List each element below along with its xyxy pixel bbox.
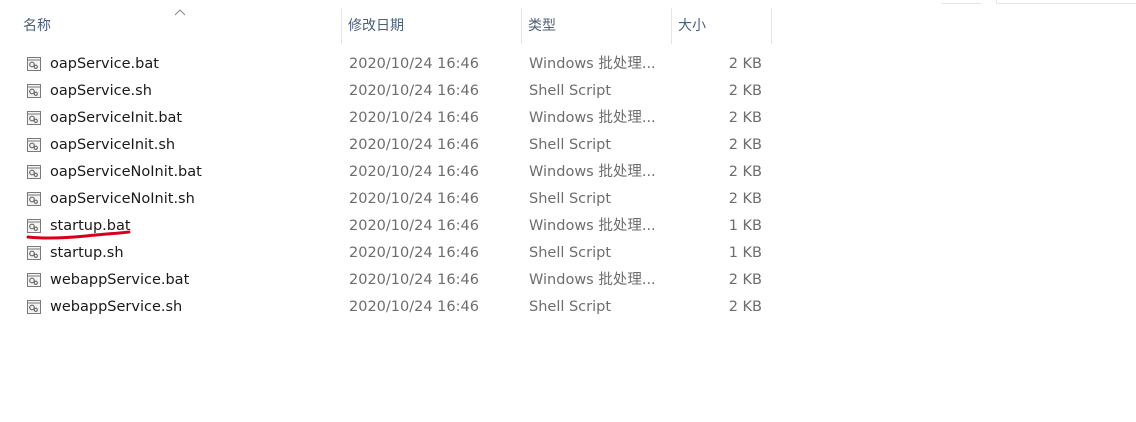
red-underline-annotation [26,230,131,240]
file-name: webappService.bat [50,272,190,288]
file-size: 1 KB [728,218,762,234]
script-file-icon [26,299,42,315]
file-row[interactable]: oapService.bat 2020/10/24 16:46 Windows … [0,51,800,78]
file-size: 2 KB [728,56,762,72]
column-header-size[interactable]: 大小 [672,8,772,44]
file-name: oapServiceInit.sh [50,137,176,153]
file-row[interactable]: webappService.bat 2020/10/24 16:46 Windo… [0,267,800,294]
file-row[interactable]: oapServiceNoInit.bat 2020/10/24 16:46 Wi… [0,159,800,186]
file-type: Windows 批处理... [529,56,656,72]
column-header-name[interactable]: 名称 [17,8,342,44]
file-row[interactable]: oapServiceInit.bat 2020/10/24 16:46 Wind… [0,105,800,132]
script-file-icon [26,83,42,99]
file-type: Windows 批处理... [529,272,656,288]
file-type: Shell Script [529,137,612,153]
file-date: 2020/10/24 16:46 [349,137,479,153]
file-date: 2020/10/24 16:46 [349,272,479,288]
file-date: 2020/10/24 16:46 [349,191,479,207]
script-file-icon [26,245,42,261]
file-date: 2020/10/24 16:46 [349,164,479,180]
file-name: oapServiceNoInit.sh [50,191,195,207]
file-size: 1 KB [728,245,762,261]
file-row[interactable]: webappService.sh 2020/10/24 16:46 Shell … [0,294,800,321]
file-row[interactable]: oapServiceNoInit.sh 2020/10/24 16:46 She… [0,186,800,213]
file-date: 2020/10/24 16:46 [349,245,479,261]
top-edge [0,0,1136,4]
batch-file-icon [26,56,42,72]
column-header-type[interactable]: 类型 [522,8,672,44]
file-date: 2020/10/24 16:46 [349,83,479,99]
file-list: oapService.bat 2020/10/24 16:46 Windows … [0,51,800,321]
file-type: Windows 批处理... [529,164,656,180]
pane-edge [996,0,1136,4]
file-size: 2 KB [728,164,762,180]
batch-file-icon [26,110,42,126]
file-row[interactable]: oapService.sh 2020/10/24 16:46 Shell Scr… [0,78,800,105]
file-row[interactable]: oapServiceInit.sh 2020/10/24 16:46 Shell… [0,132,800,159]
file-name: oapServiceNoInit.bat [50,164,202,180]
pane-edge [942,0,982,4]
file-size: 2 KB [728,299,762,315]
file-type: Shell Script [529,245,612,261]
file-name: startup.sh [50,245,124,261]
file-date: 2020/10/24 16:46 [349,110,479,126]
column-header-date[interactable]: 修改日期 [342,8,522,44]
file-name: oapService.bat [50,56,159,72]
file-type: Shell Script [529,191,612,207]
file-size: 2 KB [728,83,762,99]
file-date: 2020/10/24 16:46 [349,56,479,72]
file-name: webappService.sh [50,299,183,315]
file-date: 2020/10/24 16:46 [349,218,479,234]
file-type: Shell Script [529,83,612,99]
file-date: 2020/10/24 16:46 [349,299,479,315]
script-file-icon [26,191,42,207]
file-type: Windows 批处理... [529,110,656,126]
file-type: Windows 批处理... [529,218,656,234]
file-row[interactable]: startup.sh 2020/10/24 16:46 Shell Script… [0,240,800,267]
column-header-bar: 名称 修改日期 类型 大小 [0,8,800,44]
file-size: 2 KB [728,272,762,288]
file-type: Shell Script [529,299,612,315]
batch-file-icon [26,272,42,288]
file-name: oapServiceInit.bat [50,110,183,126]
script-file-icon [26,137,42,153]
batch-file-icon [26,164,42,180]
file-size: 2 KB [728,191,762,207]
file-size: 2 KB [728,137,762,153]
file-name: oapService.sh [50,83,152,99]
file-size: 2 KB [728,110,762,126]
file-explorer-window: 名称 修改日期 类型 大小 oapService.bat 2020/10/24 … [0,0,1136,422]
